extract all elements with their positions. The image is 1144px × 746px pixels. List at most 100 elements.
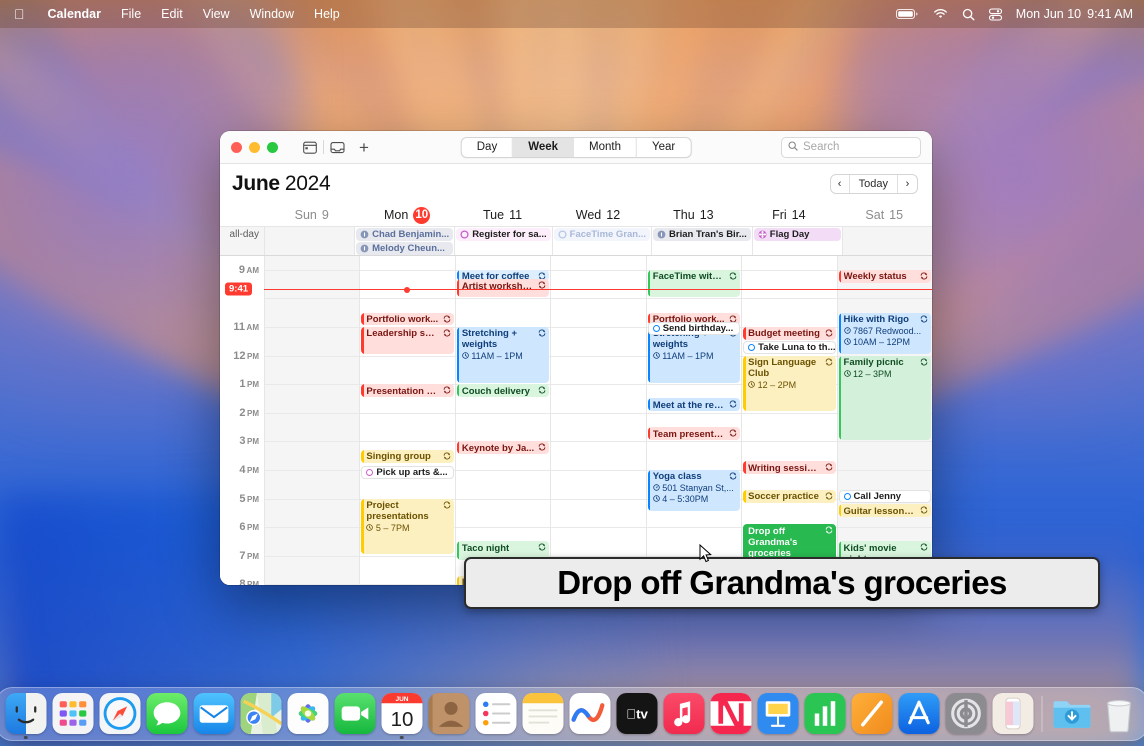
calendar-event[interactable]: Guitar lessons... xyxy=(839,504,931,517)
day-header-fri[interactable]: Fri14 xyxy=(741,204,836,226)
calendar-event[interactable]: Couch delivery xyxy=(457,384,549,397)
menu-item-help[interactable]: Help xyxy=(304,7,350,21)
all-day-event[interactable]: FaceTime Gran... xyxy=(554,228,650,241)
reminder-item[interactable]: Pick up arts &... xyxy=(361,466,453,479)
dock-item-finder[interactable] xyxy=(4,692,48,736)
menu-item-window[interactable]: Window xyxy=(240,7,304,21)
dock-item-facetime[interactable] xyxy=(333,692,377,736)
all-day-event[interactable]: Chad Benjamin... xyxy=(356,228,453,241)
menu-item-file[interactable]: File xyxy=(111,7,151,21)
menu-item-edit[interactable]: Edit xyxy=(151,7,193,21)
calendar-icon[interactable] xyxy=(297,136,323,158)
day-header-sat[interactable]: Sat15 xyxy=(837,204,932,226)
week-grid[interactable]: 9AM11AM12PM1PM2PM3PM4PM5PM6PM7PM8PM Port… xyxy=(220,256,932,585)
checkbox-icon[interactable] xyxy=(844,493,851,500)
calendar-event[interactable]: Budget meeting xyxy=(743,327,835,340)
menu-bar-clock[interactable]: Mon Jun 10 9:41 AM xyxy=(1016,7,1133,21)
day-column-mon[interactable]: Portfolio work...Leadership skil... Prese… xyxy=(359,256,454,585)
dock-item-downloads-folder[interactable] xyxy=(1050,692,1094,736)
day-header-mon[interactable]: Mon10 xyxy=(359,204,454,226)
day-header-sun[interactable]: Sun9 xyxy=(264,204,359,226)
calendar-event[interactable]: Hike with Rigo7867 Redwood...10AM – 12PM xyxy=(839,313,931,354)
all-day-event[interactable]: Melody Cheun... xyxy=(356,242,453,255)
calendar-event[interactable]: Project presentations5 – 7PM xyxy=(361,499,453,555)
day-header-tue[interactable]: Tue11 xyxy=(455,204,550,226)
close-button[interactable] xyxy=(231,142,242,153)
dock-item-apple-tv[interactable]: tv xyxy=(615,692,659,736)
day-column-thu[interactable]: FaceTime with...Portfolio work...Stretch… xyxy=(646,256,741,585)
calendar-event[interactable]: Meet at the res... xyxy=(648,398,740,411)
tab-day[interactable]: Day xyxy=(462,138,513,157)
checkbox-icon[interactable] xyxy=(748,344,755,351)
inbox-icon[interactable] xyxy=(324,136,350,158)
add-event-button[interactable]: + xyxy=(359,139,369,156)
day-column-sat[interactable]: Weekly status Hike with Rigo7867 Redwood.… xyxy=(837,256,932,585)
day-column-wed[interactable] xyxy=(550,256,645,585)
reminder-item[interactable]: Send birthday... xyxy=(648,322,740,335)
checkbox-icon[interactable] xyxy=(653,325,660,332)
prev-week-button[interactable]: ‹ xyxy=(831,175,850,193)
calendar-event[interactable]: Weekly status xyxy=(839,270,931,283)
calendar-event[interactable]: FaceTime with... xyxy=(648,270,740,297)
dock-item-photos[interactable] xyxy=(286,692,330,736)
tab-month[interactable]: Month xyxy=(574,138,637,157)
control-center-icon[interactable] xyxy=(989,8,1002,21)
menu-item-calendar[interactable]: Calendar xyxy=(38,7,112,21)
dock-item-contacts[interactable] xyxy=(427,692,471,736)
dock-item-launchpad[interactable] xyxy=(51,692,95,736)
calendar-event[interactable]: Keynote by Ja... xyxy=(457,441,549,454)
calendar-event[interactable]: Stretching + weights11AM – 1PM xyxy=(457,327,549,383)
dock-item-maps[interactable] xyxy=(239,692,283,736)
tab-week[interactable]: Week xyxy=(513,138,574,157)
all-day-event[interactable]: Register for sa... xyxy=(456,228,550,241)
search-icon[interactable] xyxy=(962,8,975,21)
calendar-event[interactable]: Singing group xyxy=(361,450,453,463)
battery-icon[interactable] xyxy=(896,8,919,20)
calendar-event[interactable]: Family picnic12 – 3PM xyxy=(839,356,931,440)
dock-item-reminders[interactable] xyxy=(474,692,518,736)
all-day-event[interactable]: Flag Day xyxy=(754,228,841,241)
dock-item-messages[interactable] xyxy=(145,692,189,736)
dock-item-keynote[interactable] xyxy=(756,692,800,736)
dock-item-app-store[interactable] xyxy=(897,692,941,736)
wifi-icon[interactable] xyxy=(933,8,948,20)
reminder-item[interactable]: Take Luna to th... xyxy=(743,341,835,354)
minimize-button[interactable] xyxy=(249,142,260,153)
calendar-event[interactable]: Leadership skil... xyxy=(361,327,453,354)
dock-item-system-settings[interactable] xyxy=(944,692,988,736)
search-field[interactable]: Search xyxy=(781,137,921,158)
zoom-button[interactable] xyxy=(267,142,278,153)
dock-item-calendar[interactable]: JUN10 xyxy=(380,692,424,736)
tab-year[interactable]: Year xyxy=(637,138,690,157)
all-day-event[interactable]: Brian Tran's Bir... xyxy=(653,228,751,241)
dock-item-music[interactable] xyxy=(662,692,706,736)
calendar-event[interactable]: Stretching + weights11AM – 1PM xyxy=(648,327,740,383)
day-column-fri[interactable]: Budget meeting Sign Language Club12 – 2PM… xyxy=(741,256,836,585)
calendar-event[interactable]: Writing sessio... xyxy=(743,461,835,474)
day-header-wed[interactable]: Wed12 xyxy=(550,204,645,226)
next-week-button[interactable]: › xyxy=(898,175,917,193)
calendar-event[interactable]: Soccer practice xyxy=(743,490,835,503)
dock-item-iphone-mirroring[interactable] xyxy=(991,692,1035,736)
calendar-event[interactable]: Yoga class501 Stanyan St,...4 – 5:30PM xyxy=(648,470,740,511)
dock-item-notes[interactable] xyxy=(521,692,565,736)
dock-item-pages[interactable] xyxy=(850,692,894,736)
menu-item-view[interactable]: View xyxy=(193,7,240,21)
calendar-event[interactable]: Team presenta... xyxy=(648,427,740,440)
dock-item-safari[interactable] xyxy=(98,692,142,736)
calendar-event[interactable]: Sign Language Club12 – 2PM xyxy=(743,356,835,412)
dock-item-news[interactable] xyxy=(709,692,753,736)
dock-item-mail[interactable] xyxy=(192,692,236,736)
apple-logo-icon[interactable]:  xyxy=(0,7,38,21)
dock-item-trash[interactable] xyxy=(1097,692,1141,736)
dock-item-numbers[interactable] xyxy=(803,692,847,736)
checkbox-icon[interactable] xyxy=(366,469,373,476)
calendar-event[interactable]: Presentation p... xyxy=(361,384,453,397)
calendar-event[interactable]: Artist worksho... xyxy=(457,279,549,297)
calendar-event[interactable]: Portfolio work... xyxy=(361,313,453,326)
day-header-thu[interactable]: Thu13 xyxy=(646,204,741,226)
today-button[interactable]: Today xyxy=(850,175,898,193)
reminder-item[interactable]: Call Jenny xyxy=(839,490,931,503)
day-column-tue[interactable]: Meet for coffeeArtist worksho...Stretchi… xyxy=(455,256,550,585)
day-column-sun[interactable] xyxy=(264,256,359,585)
